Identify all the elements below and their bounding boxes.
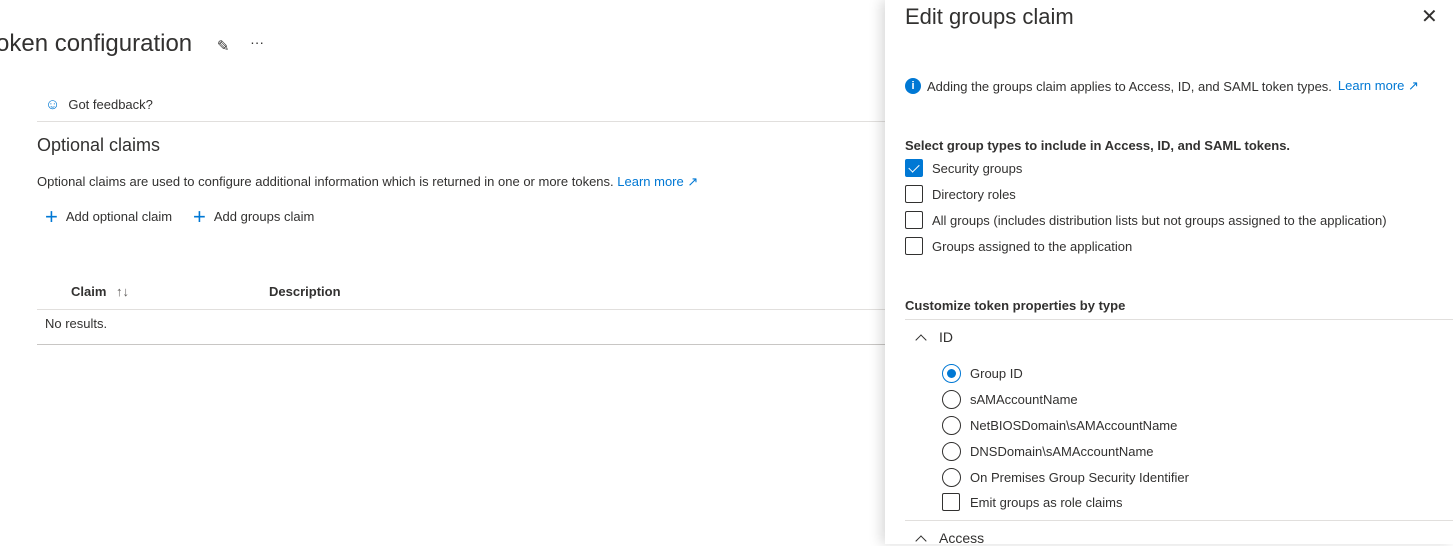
external-link-icon: ↗ [683,174,699,189]
divider [37,344,885,345]
divider [905,520,1453,521]
external-link-icon: ↗ [1404,78,1419,93]
empty-message: No results. [45,316,108,331]
checkbox[interactable] [942,493,960,511]
page-title: oken configuration ✎ ··· [0,30,265,57]
checkbox-all-groups[interactable]: All groups (includes distribution lists … [905,211,1387,229]
checkbox[interactable] [905,159,923,177]
radio-group-id[interactable]: Group ID [942,364,1023,383]
plus-icon: + [45,204,58,229]
pin-icon[interactable]: ✎ [217,38,230,55]
column-header-description[interactable]: Description [269,284,341,299]
add-groups-claim-button[interactable]: + Add groups claim [193,204,314,229]
checkbox[interactable] [905,237,923,255]
checkbox-security-groups[interactable]: Security groups [905,159,1022,177]
chevron-up-icon [915,333,927,346]
checkbox-directory-roles[interactable]: Directory roles [905,185,1016,203]
radio-dnsdomain[interactable]: DNSDomain\sAMAccountName [942,442,1154,461]
divider [905,319,1453,320]
group-types-label: Select group types to include in Access,… [905,138,1291,153]
learn-more-link[interactable]: Learn more ↗ [617,174,698,189]
checkbox[interactable] [905,185,923,203]
edit-groups-claim-panel: Edit groups claim ✕ i Adding the groups … [885,0,1453,546]
radio[interactable] [942,468,961,487]
close-icon[interactable]: ✕ [1421,4,1438,29]
learn-more-link[interactable]: Learn more ↗ [1338,78,1419,94]
info-icon: i [905,78,921,94]
more-button[interactable]: ··· [250,34,264,50]
section-toggle-id[interactable]: ID [915,329,953,346]
customize-label: Customize token properties by type [905,298,1126,313]
feedback-icon: ☺ [45,96,61,113]
radio[interactable] [942,442,961,461]
radio-on-premises-sid[interactable]: On Premises Group Security Identifier [942,468,1189,487]
sort-icon: ↑↓ [116,284,130,299]
divider [37,121,885,122]
radio[interactable] [942,416,961,435]
column-header-claim[interactable]: Claim ↑↓ [71,284,129,299]
radio[interactable] [942,364,961,383]
checkbox-groups-assigned[interactable]: Groups assigned to the application [905,237,1132,255]
feedback-button[interactable]: ☺ Got feedback? [45,96,153,113]
plus-icon: + [193,204,206,229]
add-optional-claim-button[interactable]: + Add optional claim [45,204,172,229]
radio[interactable] [942,390,961,409]
panel-title: Edit groups claim [905,4,1074,29]
section-description: Optional claims are used to configure ad… [37,174,699,189]
radio-samaccountname[interactable]: sAMAccountName [942,390,1078,409]
radio-netbios[interactable]: NetBIOSDomain\sAMAccountName [942,416,1177,435]
checkbox-emit-roles[interactable]: Emit groups as role claims [942,493,1122,511]
info-message: i Adding the groups claim applies to Acc… [905,78,1419,94]
divider [37,309,885,310]
checkbox[interactable] [905,211,923,229]
chevron-up-icon [915,534,927,546]
section-heading: Optional claims [37,135,161,155]
